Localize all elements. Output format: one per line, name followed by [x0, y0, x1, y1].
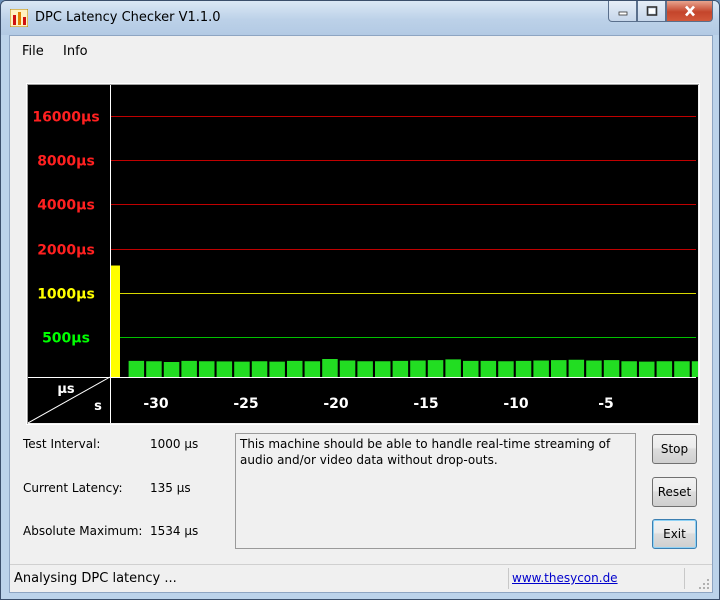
latency-bar — [269, 361, 285, 377]
latency-bar — [621, 361, 637, 377]
latency-bar — [181, 360, 197, 377]
latency-bar — [427, 360, 444, 377]
y-tick-label: 1000µs — [37, 287, 95, 303]
minimize-button[interactable] — [608, 1, 637, 22]
status-bar: Analysing DPC latency ... www.thesycon.d… — [10, 564, 712, 592]
test-interval-label: Test Interval: — [23, 437, 101, 451]
title-bar[interactable]: DPC Latency Checker V1.1.0 — [1, 1, 719, 35]
latency-graph: 16000µs 8000µs 4000µs 2000µs 1000µs 500µs µs s -… — [27, 85, 719, 424]
website-link[interactable]: www.thesycon.de — [512, 571, 618, 585]
menu-file[interactable]: File — [22, 44, 44, 59]
latency-bar — [639, 361, 655, 377]
window-title: DPC Latency Checker V1.1.0 — [35, 10, 221, 25]
x-tick-label: -25 — [233, 396, 258, 412]
latency-bar — [445, 359, 461, 377]
stop-button[interactable]: Stop — [652, 434, 697, 464]
maximize-button[interactable] — [637, 1, 666, 22]
latency-bar — [533, 360, 549, 377]
close-icon — [684, 5, 695, 17]
status-text: Analysing DPC latency ... — [14, 571, 177, 586]
latency-bar — [498, 361, 514, 377]
close-button[interactable] — [666, 1, 713, 22]
latency-bar — [287, 360, 303, 377]
latency-bar — [674, 361, 690, 377]
menu-bar: File Info — [10, 36, 712, 66]
latency-bar — [199, 361, 215, 377]
latency-bar — [656, 361, 673, 377]
test-interval-value: 1000 µs — [150, 437, 199, 451]
result-message: This machine should be able to handle re… — [240, 437, 611, 467]
result-message-box: This machine should be able to handle re… — [235, 433, 636, 549]
maximize-icon — [646, 6, 657, 16]
y-tick-label: 4000µs — [37, 198, 95, 214]
latency-bar — [392, 360, 409, 377]
client-area: File Info 16000µs 8000µs 4000µs 2000µs 1000µ… — [9, 35, 719, 593]
latency-bar — [551, 360, 567, 377]
latency-bar — [146, 361, 162, 377]
exit-button[interactable]: Exit — [652, 519, 697, 549]
x-tick-label: -5 — [598, 396, 614, 412]
latency-bar — [339, 360, 356, 377]
status-separator — [684, 568, 685, 589]
latency-bar — [322, 359, 338, 377]
x-unit-label: s — [94, 399, 102, 414]
y-tick-label: 500µs — [42, 331, 90, 347]
current-latency-label: Current Latency: — [23, 481, 123, 495]
minimize-icon — [618, 11, 627, 16]
latency-bar — [463, 360, 479, 377]
latency-bar — [111, 265, 120, 377]
latency-bar — [603, 360, 620, 377]
x-tick-label: -15 — [413, 396, 438, 412]
latency-bar — [586, 360, 602, 377]
x-tick-label: -30 — [143, 396, 169, 412]
reset-button[interactable]: Reset — [652, 477, 697, 507]
latency-bar — [515, 360, 532, 377]
latency-bar — [216, 361, 233, 377]
app-window: DPC Latency Checker V1.1.0 File Info 160… — [0, 0, 720, 600]
status-separator — [508, 568, 509, 589]
latency-bar — [691, 361, 708, 377]
latency-bar — [163, 362, 180, 377]
app-bars-icon — [10, 9, 28, 27]
latency-bar — [304, 361, 321, 377]
x-tick-label: -20 — [323, 396, 349, 412]
latency-bar — [128, 360, 145, 377]
caption-buttons — [608, 1, 713, 22]
latency-chart: 16000µs 8000µs 4000µs 2000µs 1000µs 500µs µs s -… — [27, 85, 719, 424]
x-tick-label: -10 — [503, 396, 529, 412]
latency-bar — [251, 361, 268, 377]
latency-bar — [568, 359, 585, 377]
latency-bar — [234, 361, 250, 377]
resize-grip-icon[interactable] — [696, 576, 710, 590]
absolute-maximum-label: Absolute Maximum: — [23, 524, 143, 538]
y-unit-label: µs — [57, 382, 75, 397]
y-tick-label: 16000µs — [32, 110, 99, 126]
menu-info[interactable]: Info — [63, 44, 88, 59]
latency-bar — [480, 360, 497, 377]
latency-bar — [410, 360, 426, 377]
current-latency-value: 135 µs — [150, 481, 191, 495]
y-tick-label: 8000µs — [37, 154, 95, 170]
latency-bar — [375, 361, 391, 377]
y-tick-label: 2000µs — [37, 243, 95, 259]
graph-frame: 16000µs 8000µs 4000µs 2000µs 1000µs 500µs µs s -… — [26, 83, 719, 425]
absolute-maximum-value: 1534 µs — [150, 524, 199, 538]
latency-bar — [357, 361, 373, 377]
